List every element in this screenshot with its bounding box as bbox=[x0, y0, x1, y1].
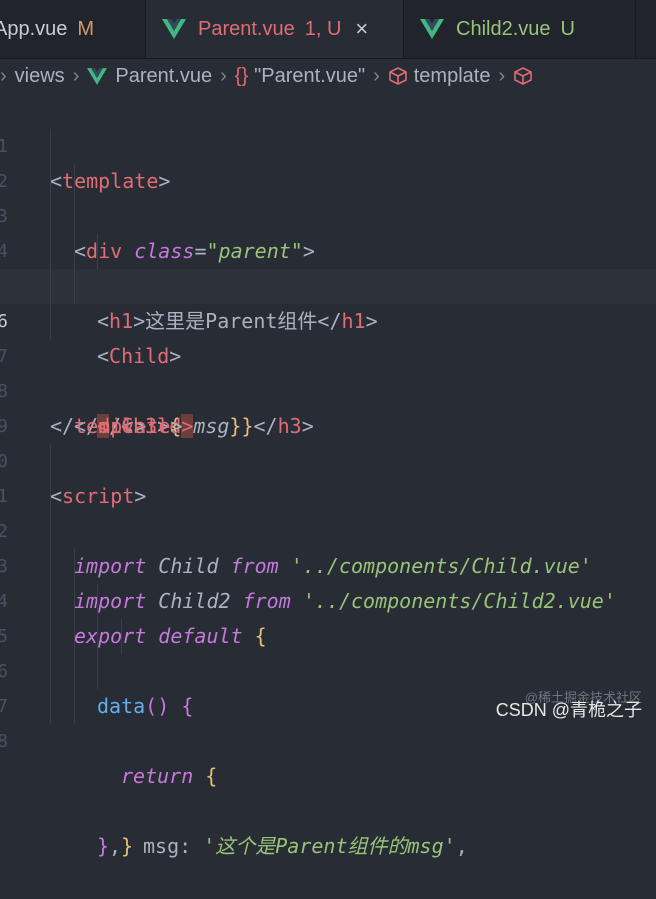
indent-guide bbox=[50, 269, 51, 304]
indent-guide bbox=[50, 164, 51, 199]
code-line: 5 <h3>{{msg}}</h3> bbox=[0, 234, 656, 438]
breadcrumb-item-file[interactable]: Parent.vue bbox=[115, 65, 212, 88]
indent-guide bbox=[50, 444, 51, 479]
cube-icon bbox=[514, 67, 532, 85]
indent-guide bbox=[50, 549, 51, 584]
editor-tab-bar: App.vue M Parent.vue 1, U × Child2.vue U bbox=[0, 0, 656, 59]
code-line: 3 export default { bbox=[0, 514, 656, 648]
code-text: return { bbox=[121, 764, 218, 788]
tab-label: Child2.vue bbox=[456, 17, 551, 40]
cube-icon bbox=[388, 67, 407, 85]
indent-guide bbox=[50, 654, 51, 689]
indent-guide bbox=[97, 584, 98, 619]
code-line: 1 <template> bbox=[0, 94, 656, 193]
indent-guide bbox=[50, 514, 51, 549]
code-line: 5 return { bbox=[0, 584, 656, 788]
code-text: msg: '这个是Parent组件的msg', bbox=[143, 834, 468, 858]
code-line: 4 <Child> bbox=[0, 199, 656, 368]
indent-guide bbox=[74, 689, 75, 724]
tab-app-vue[interactable]: App.vue M bbox=[0, 0, 146, 58]
indent-guide bbox=[50, 304, 51, 339]
vue-logo-icon bbox=[420, 19, 444, 39]
code-line: 6 msg: '这个是Parent组件的msg', bbox=[0, 619, 656, 858]
problems-badge: 1, U bbox=[304, 17, 342, 40]
tab-child2-vue[interactable]: Child2.vue U bbox=[404, 0, 636, 58]
close-icon[interactable]: × bbox=[355, 16, 368, 42]
indent-guide bbox=[50, 479, 51, 514]
tab-label: App.vue bbox=[0, 17, 68, 40]
indent-guide bbox=[74, 619, 75, 654]
code-text: } bbox=[121, 834, 134, 858]
code-line: 2 import Child2 from '../components/Chil… bbox=[0, 479, 656, 613]
indent-guide bbox=[74, 654, 75, 689]
indent-guide bbox=[97, 234, 98, 269]
indent-guide bbox=[74, 199, 75, 234]
indent-guide bbox=[74, 584, 75, 619]
code-line: 8 </template> bbox=[0, 339, 656, 438]
indent-guide bbox=[50, 199, 51, 234]
code-line: 0 <script> bbox=[0, 409, 656, 508]
indent-guide bbox=[121, 619, 122, 654]
tab-parent-vue[interactable]: Parent.vue 1, U × bbox=[146, 0, 404, 58]
indent-guide bbox=[97, 654, 98, 689]
code-line: 3 <h1>这里是Parent组件</h1> bbox=[0, 164, 656, 333]
breadcrumb: › views › Parent.vue › {} "Parent.vue" ›… bbox=[0, 58, 656, 94]
indent-guide bbox=[74, 234, 75, 269]
indent-guide bbox=[50, 234, 51, 269]
indent-guide bbox=[97, 619, 98, 654]
code-line: 9 bbox=[0, 374, 656, 437]
braces-icon: {} bbox=[234, 64, 249, 87]
indent-guide bbox=[74, 164, 75, 199]
line-number: 8 bbox=[0, 731, 8, 752]
indent-guide bbox=[50, 584, 51, 619]
vue-logo-icon bbox=[162, 19, 186, 39]
vue-file-icon bbox=[87, 67, 108, 85]
tab-label: Parent.vue bbox=[198, 17, 295, 40]
breadcrumb-item-views[interactable]: views bbox=[15, 65, 65, 88]
code-line: 4 data() { bbox=[0, 549, 656, 718]
code-line: 7 } bbox=[0, 654, 656, 858]
code-line: 7 </div> bbox=[0, 304, 656, 438]
chevron-right-icon: › bbox=[72, 64, 80, 87]
indent-guide bbox=[50, 129, 51, 164]
chevron-right-icon: › bbox=[498, 64, 506, 87]
indent-guide bbox=[50, 689, 51, 724]
code-line: 2 <div class="parent"> bbox=[0, 129, 656, 263]
code-text: }, bbox=[97, 834, 122, 858]
git-status-badge: M bbox=[77, 17, 95, 40]
indent-guide bbox=[74, 549, 75, 584]
code-line-current: 6 </Child> bbox=[0, 269, 656, 438]
indent-guide bbox=[74, 269, 75, 304]
chevron-right-icon: › bbox=[373, 64, 380, 87]
indent-guide bbox=[50, 619, 51, 654]
breadcrumb-item-template[interactable]: template bbox=[414, 65, 491, 88]
code-line: 1 import Child from '../components/Child… bbox=[0, 444, 656, 578]
chevron-right-icon: › bbox=[220, 64, 227, 87]
watermark-author: CSDN @青桅之子 bbox=[495, 700, 642, 720]
breadcrumb-item-module[interactable]: "Parent.vue" bbox=[254, 65, 365, 88]
chevron-right-icon: › bbox=[0, 64, 7, 87]
git-status-badge: U bbox=[560, 17, 575, 40]
